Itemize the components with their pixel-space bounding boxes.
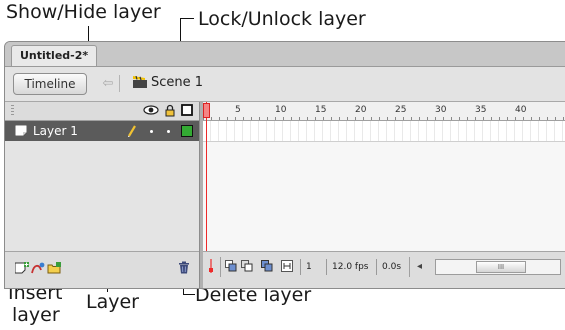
layer-list-header [5,102,199,121]
modify-onion-markers-icon[interactable] [281,260,293,272]
horizontal-scrollbar[interactable]: III [435,259,561,275]
lock-icon[interactable] [165,104,175,117]
scene-bar: Timeline ⇦ Scene 1 [5,67,565,102]
document-tab[interactable]: Untitled-2* [11,45,98,66]
status-divider [409,257,410,277]
ruler-tick-label: 5 [235,105,241,115]
visibility-dot[interactable] [150,130,153,133]
timeline-status-bar: 1 12.0 fps 0.0s ◂ III [203,251,565,288]
frame-rate-readout: 12.0 fps [326,259,374,275]
trash-icon[interactable] [178,261,190,274]
show-hide-layer-callout: Show/Hide layer [6,1,161,23]
insert-layer-icon[interactable] [15,262,29,274]
onion-skin-icon[interactable] [225,260,237,272]
playhead[interactable] [203,103,210,118]
ruler-tick-label: 15 [315,105,327,115]
scrollbar-thumb[interactable]: III [476,261,526,273]
insert-layer-callout-line2: layer [12,304,60,326]
timeline-toggle-button[interactable]: Timeline [13,73,87,95]
delete-leader-horizontal [183,294,195,295]
layer-callout: Layer [86,291,139,313]
scene-label: Scene 1 [151,75,204,90]
pencil-icon [127,125,136,137]
ruler-tick-label: 25 [395,105,407,115]
add-motion-guide-icon[interactable] [31,262,45,274]
ruler-tick-label: 35 [475,105,487,115]
ruler-tick-label: 10 [275,105,287,115]
ruler-tick-label: 20 [355,105,367,115]
eye-icon[interactable] [143,104,159,116]
layer-tools-bar [5,251,199,288]
ruler-tick-label: 40 [515,105,527,115]
layer-list-empty-area [5,141,199,251]
clapperboard-icon [133,76,147,88]
layer-page-icon [15,125,27,136]
ruler-tick-label: 30 [435,105,447,115]
lock-leader-horizontal [180,18,194,19]
document-tabstrip: Untitled-2* [5,42,565,67]
status-divider [220,257,221,277]
lock-unlock-layer-callout: Lock/Unlock layer [198,8,366,30]
lock-dot[interactable] [167,130,170,133]
layer-outline-color-swatch[interactable] [181,125,193,137]
frame-ruler[interactable]: 5 10 15 20 25 30 35 40 [203,102,565,121]
layer-frame-row[interactable] [203,121,565,142]
onion-skin-outlines-icon[interactable] [241,260,253,272]
edit-multiple-frames-icon[interactable] [261,260,273,272]
ruler-tick-marks [203,117,565,120]
layer-row[interactable]: Layer 1 [5,121,199,141]
insert-layer-folder-icon[interactable] [47,262,61,274]
elapsed-time-readout: 0.0s [376,259,408,275]
scroll-left-arrow[interactable]: ◂ [417,259,422,275]
playhead-line [206,102,207,262]
panel-grip-handle[interactable] [11,105,14,117]
current-frame-readout: 1 [300,259,324,275]
timeline-panel-window: Untitled-2* Timeline ⇦ Scene 1 Layer 1 5… [4,41,565,289]
center-frame-icon[interactable] [207,259,215,273]
layer-name[interactable]: Layer 1 [33,124,78,138]
outline-square-icon[interactable] [181,104,193,116]
frames-area: 5 10 15 20 25 30 35 40 [203,102,565,262]
back-arrow-button[interactable]: ⇦ [97,75,120,92]
